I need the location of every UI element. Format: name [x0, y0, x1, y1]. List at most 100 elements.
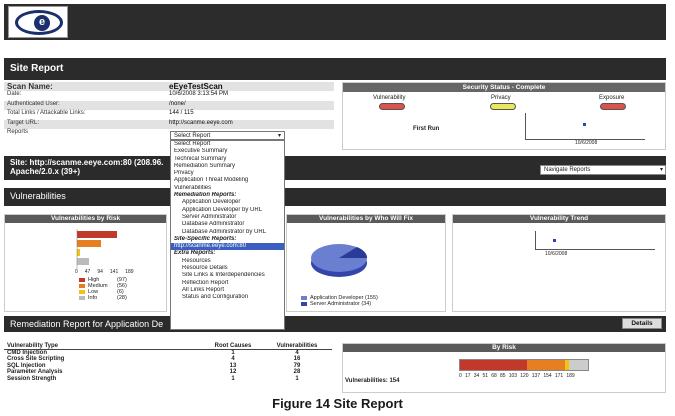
dropdown-item[interactable]: Remediation Summary: [171, 163, 284, 170]
remediation-section-title: Remediation Report for Application De: [4, 316, 666, 332]
legend-count: (28): [117, 295, 127, 301]
report-select[interactable]: Select Report ▾: [170, 131, 285, 140]
navigate-reports-select[interactable]: Navigate Reports ▾: [540, 165, 666, 175]
app-header: e: [4, 4, 666, 40]
dropdown-item[interactable]: Application Developer by URL: [171, 207, 284, 214]
dropdown-group-label: Site-Specific Reports:: [174, 235, 237, 242]
dropdown-item[interactable]: Privacy: [171, 170, 284, 177]
segment-medium: [526, 360, 565, 370]
dropdown-item[interactable]: Status and Configuration: [171, 294, 284, 301]
chevron-down-icon: ▾: [659, 167, 663, 173]
table-row[interactable]: Session Strength 1 1: [4, 376, 332, 383]
table-cell: Parameter Analysis: [7, 369, 63, 376]
dropdown-item[interactable]: Server Administrator: [171, 214, 284, 221]
trend-date: 10/6/2008: [545, 251, 568, 257]
dropdown-item[interactable]: http://scanme.eeye.com:80: [171, 243, 284, 251]
legend-swatch: [79, 290, 85, 294]
risk-bar-low: [77, 249, 80, 256]
table-cell: 28: [293, 369, 301, 376]
table-row[interactable]: Cross Site Scripting 4 16: [4, 356, 332, 363]
by-risk-tick-label: 17: [464, 373, 471, 379]
legend-swatch: [79, 296, 85, 300]
dropdown-group-label: Remediation Reports:: [174, 192, 237, 199]
exposure-label: Exposure: [599, 95, 625, 101]
table-cell: 1: [231, 375, 235, 382]
info-value: eEyeTestScan: [169, 82, 223, 91]
risk-tick-label: 141: [109, 269, 119, 275]
dropdown-item[interactable]: Application Developer: [171, 199, 284, 206]
trend-point: [583, 123, 586, 126]
info-row: Target URL: http://scanme.eeye.com: [4, 119, 334, 129]
dropdown-item[interactable]: Resource Details: [171, 265, 284, 272]
by-risk-tick-label: 154: [543, 373, 552, 379]
dropdown-item[interactable]: Select Report: [171, 141, 284, 148]
table-cell: 12: [229, 369, 237, 376]
table-cell: CMD Injection: [7, 349, 47, 356]
segment-high: [460, 360, 527, 370]
dropdown-item[interactable]: Resources: [171, 258, 284, 265]
risk-tick-label: 189: [125, 269, 134, 275]
dropdown-group-label: Extra Reports:: [174, 250, 216, 257]
dropdown-item[interactable]: Site Links & Interdependencies: [171, 272, 284, 279]
by-risk-tick-label: 0: [459, 373, 462, 379]
table-cell: 79: [293, 362, 301, 369]
legend-item: Info (28): [79, 295, 127, 301]
vuln-trend-panel: Vulnerability Trend 10/6/2008: [452, 214, 666, 312]
info-value: 10/6/2008 3:13:54 PM: [169, 91, 229, 98]
legend-label: Server Administrator (34): [310, 301, 372, 307]
vulnerabilities-section-title: Vulnerabilities: [4, 188, 666, 206]
info-value: 144 / 115: [169, 110, 194, 117]
dropdown-item[interactable]: Database Administrator by URL: [171, 229, 284, 236]
info-value: /none/: [169, 100, 186, 107]
col-header: Root Causes: [214, 343, 252, 349]
trend-axis-x: [535, 249, 655, 250]
vulns-by-risk-panel: Vulnerabilities by Risk 0 47 94 141 189 High…: [4, 214, 167, 312]
risk-bar-medium: [77, 240, 101, 247]
dropdown-item[interactable]: All Links Report: [171, 287, 284, 294]
dropdown-item[interactable]: Database Administrator: [171, 221, 284, 228]
info-row: Scan Name: eEyeTestScan: [4, 82, 334, 92]
vulns-by-who-panel: Vulnerabilities by Who Will Fix Applicat…: [286, 214, 446, 312]
by-risk-stacked-bar: [459, 359, 589, 371]
dropdown-item[interactable]: Application Threat Modeling: [171, 177, 284, 184]
vulnerability-label: Vulnerability: [373, 95, 406, 101]
segment-info: [568, 360, 588, 370]
legend-swatch: [79, 278, 85, 282]
by-risk-tick-label: 34: [473, 373, 480, 379]
table-row[interactable]: Parameter Analysis 12 28: [4, 369, 332, 376]
risk-legend: High (97) Medium (56) Low (6) Info (28): [79, 277, 127, 301]
who-legend: Application Developer (155) Server Admini…: [301, 295, 378, 307]
trend-axis-y: [535, 231, 536, 249]
scan-info-table: Scan Name: eEyeTestScan Date: 10/6/2008 3:…: [4, 82, 334, 138]
vulns-by-who-title: Vulnerabilities by Who Will Fix: [287, 215, 445, 223]
table-cell: 4: [231, 356, 235, 363]
dropdown-item[interactable]: Technical Summary: [171, 156, 284, 163]
legend-swatch: [301, 296, 307, 300]
col-header: Vulnerability Type: [7, 343, 59, 349]
who-pie-chart: [311, 244, 368, 277]
by-risk-tick-label: 189: [566, 373, 575, 379]
details-button[interactable]: Details: [622, 318, 662, 329]
eeye-logo: e: [8, 6, 68, 38]
risk-tick-label: 94: [97, 269, 103, 275]
table-cell: 1: [295, 375, 299, 382]
vulns-by-risk-title: Vulnerabilities by Risk: [5, 215, 166, 223]
table-row[interactable]: SQL Injection 13 79: [4, 363, 332, 370]
table-cell: Cross Site Scripting: [7, 356, 65, 363]
site-report-title: Site Report: [4, 58, 666, 80]
info-key: Total Links / Attackable Links:: [7, 110, 86, 117]
by-risk-title: By Risk: [343, 344, 665, 352]
by-risk-tick-label: 51: [482, 373, 489, 379]
dropdown-item[interactable]: Vulnerabilities: [171, 185, 284, 192]
dropdown-item[interactable]: Executive Summary: [171, 148, 284, 155]
by-risk-tick-label: 68: [491, 373, 497, 379]
info-row: Authenticated User: /none/: [4, 100, 334, 111]
chevron-down-icon: ▾: [277, 133, 281, 139]
info-key: Reports: [7, 128, 29, 135]
vulnerability-indicator: [379, 103, 405, 110]
table-row[interactable]: CMD Injection 1 4: [4, 350, 332, 357]
vulnerability-table: Vulnerability Type Root Causes Vulnerabi…: [4, 343, 332, 383]
info-key: Authenticated User:: [7, 100, 60, 107]
dropdown-item[interactable]: Reflection Report: [171, 280, 284, 287]
by-risk-tick-label: 120: [520, 373, 529, 379]
